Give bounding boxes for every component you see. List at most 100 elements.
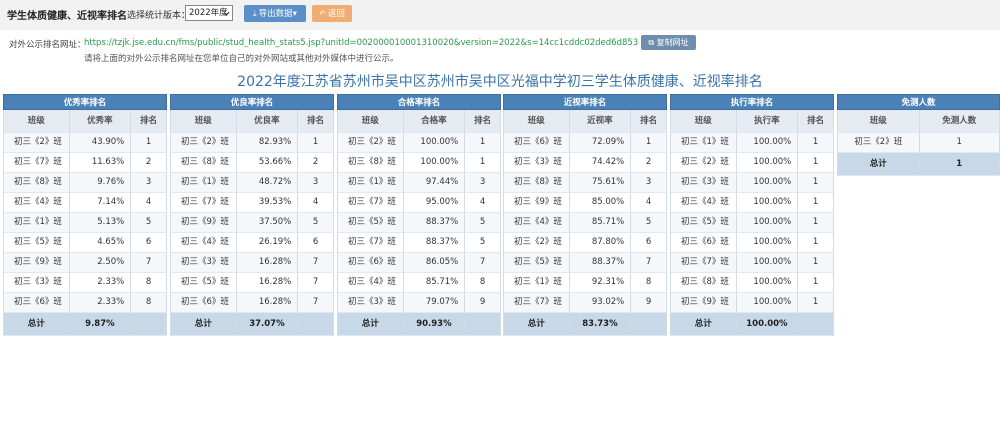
rate-cell: 100.00%	[403, 133, 466, 153]
column-header-class[interactable]: 班级	[671, 110, 737, 133]
export-data-button[interactable]: ⤓ 导出数据▾	[244, 5, 306, 22]
rank-cell: 5	[631, 213, 668, 233]
rank-cell: 1	[798, 293, 835, 313]
total-label: 总计	[671, 313, 737, 336]
column-header-class[interactable]: 班级	[338, 110, 404, 133]
rank-cell: 7	[465, 253, 502, 273]
column-header-rank[interactable]: 排名	[798, 110, 834, 133]
table-row: 初三《3》班 79.07% 9	[337, 293, 502, 313]
table-row: 初三《6》班 2.33% 8	[3, 293, 168, 313]
total-rate: 90.93%	[403, 313, 466, 336]
rate-cell: 16.28%	[236, 273, 299, 293]
public-url-hint: 请将上面的对外公示排名网址在您单位自己的对外网站或其他对外媒体中进行公示。	[84, 54, 399, 64]
class-cell: 初三《8》班	[504, 173, 570, 193]
column-header-class[interactable]: 班级	[4, 110, 70, 133]
copy-url-button[interactable]: ⧉ 复制网址	[641, 35, 696, 50]
rate-cell: 9.76%	[69, 173, 132, 193]
rank-cell: 6	[298, 233, 335, 253]
rank-cell: 4	[131, 193, 168, 213]
export-data-label: 导出数据	[258, 9, 293, 19]
back-label: 返回	[327, 9, 345, 19]
column-header-rate[interactable]: 执行率	[736, 110, 799, 133]
column-header-rate[interactable]: 合格率	[403, 110, 466, 133]
column-header-row: 班级 免测人数	[837, 110, 1000, 133]
rate-cell: 92.31%	[569, 273, 632, 293]
rank-cell: 5	[465, 233, 502, 253]
rate-cell: 2.33%	[69, 293, 132, 313]
column-header-rank[interactable]: 排名	[131, 110, 167, 133]
class-cell: 初三《2》班	[338, 133, 404, 153]
column-header-rank[interactable]: 排名	[465, 110, 501, 133]
rate-cell: 85.00%	[569, 193, 632, 213]
table-row: 初三《3》班 100.00% 1	[670, 173, 835, 193]
rank-cell: 8	[131, 293, 168, 313]
rate-cell: 88.37%	[403, 233, 466, 253]
total-rank	[798, 313, 834, 336]
column-header-class[interactable]: 班级	[171, 110, 237, 133]
table-row: 初三《9》班 2.50% 7	[3, 253, 168, 273]
table-row: 初三《4》班 100.00% 1	[670, 193, 835, 213]
rank-cell: 3	[131, 173, 168, 193]
class-cell: 初三《6》班	[171, 293, 237, 313]
rank-cell: 5	[131, 213, 168, 233]
class-cell: 初三《2》班	[171, 133, 237, 153]
rate-cell: 100.00%	[736, 233, 799, 253]
rate-cell: 7.14%	[69, 193, 132, 213]
rate-cell: 75.61%	[569, 173, 632, 193]
rank-cell: 2	[131, 153, 168, 173]
back-button[interactable]: ↶ 返回	[312, 5, 352, 22]
caret-down-icon: ▾	[292, 9, 297, 19]
table-row: 初三《8》班 75.61% 3	[503, 173, 668, 193]
version-select-value: 2022年度	[189, 8, 228, 18]
column-header-row: 班级 合格率 排名	[337, 110, 501, 133]
class-cell: 初三《6》班	[504, 133, 570, 153]
column-header-rank[interactable]: 排名	[631, 110, 667, 133]
table-row: 初三《6》班 100.00% 1	[670, 233, 835, 253]
version-select[interactable]: 2022年度	[185, 5, 233, 21]
class-cell: 初三《3》班	[504, 153, 570, 173]
column-header-class[interactable]: 班级	[504, 110, 570, 133]
column-header-rank[interactable]: 排名	[298, 110, 334, 133]
rate-cell: 16.28%	[236, 253, 299, 273]
class-cell: 初三《3》班	[671, 173, 737, 193]
rate-cell: 39.53%	[236, 193, 299, 213]
rate-cell: 87.80%	[569, 233, 632, 253]
table-row: 初三《7》班 95.00% 4	[337, 193, 502, 213]
column-header-class[interactable]: 班级	[838, 110, 920, 133]
column-header-row: 班级 优秀率 排名	[3, 110, 167, 133]
table-title: 近视率排名	[503, 94, 667, 110]
rank-cell: 1	[631, 133, 668, 153]
table-row: 初三《6》班 86.05% 7	[337, 253, 502, 273]
class-cell: 初三《5》班	[338, 213, 404, 233]
total-rank	[631, 313, 667, 336]
rank-cell: 8	[631, 273, 668, 293]
column-header-rate[interactable]: 优秀率	[69, 110, 132, 133]
good-rate-table: 优良率排名 班级 优良率 排名 初三《2》班 82.93% 1 初三《8》班 53.66% 2 初三…	[170, 94, 335, 336]
rate-cell: 100.00%	[736, 133, 799, 153]
column-header-rate[interactable]: 优良率	[236, 110, 299, 133]
execution-rate-table: 执行率排名 班级 执行率 排名 初三《1》班 100.00% 1 初三《2》班 100.00% 1…	[670, 94, 835, 336]
class-cell: 初三《4》班	[171, 233, 237, 253]
column-header-rate[interactable]: 近视率	[569, 110, 632, 133]
column-header-exempt[interactable]: 免测人数	[919, 110, 1000, 133]
class-cell: 初三《3》班	[171, 253, 237, 273]
rank-cell: 7	[631, 253, 668, 273]
public-url-link[interactable]: https://tzjk.jse.edu.cn/fms/public/stud_…	[84, 38, 639, 48]
exempt-count-table: 免测人数 班级 免测人数 初三《2》班 1 总计 1	[837, 94, 1000, 176]
class-cell: 初三《1》班	[671, 133, 737, 153]
table-row: 初三《8》班 100.00% 1	[670, 273, 835, 293]
table-title: 免测人数	[837, 94, 1000, 110]
class-cell: 初三《5》班	[171, 273, 237, 293]
table-row: 初三《7》班 88.37% 5	[337, 233, 502, 253]
rank-cell: 6	[631, 233, 668, 253]
table-row: 初三《7》班 11.63% 2	[3, 153, 168, 173]
rank-cell: 1	[798, 273, 835, 293]
rank-cell: 1	[798, 213, 835, 233]
rank-cell: 5	[465, 213, 502, 233]
table-row: 初三《6》班 16.28% 7	[170, 293, 335, 313]
rank-cell: 4	[631, 193, 668, 213]
page-title: 学生体质健康、近视率排名	[7, 11, 127, 22]
pass-rate-table: 合格率排名 班级 合格率 排名 初三《2》班 100.00% 1 初三《8》班 100.00% 1…	[337, 94, 502, 336]
rank-cell: 1	[465, 133, 502, 153]
rank-cell: 1	[798, 133, 835, 153]
